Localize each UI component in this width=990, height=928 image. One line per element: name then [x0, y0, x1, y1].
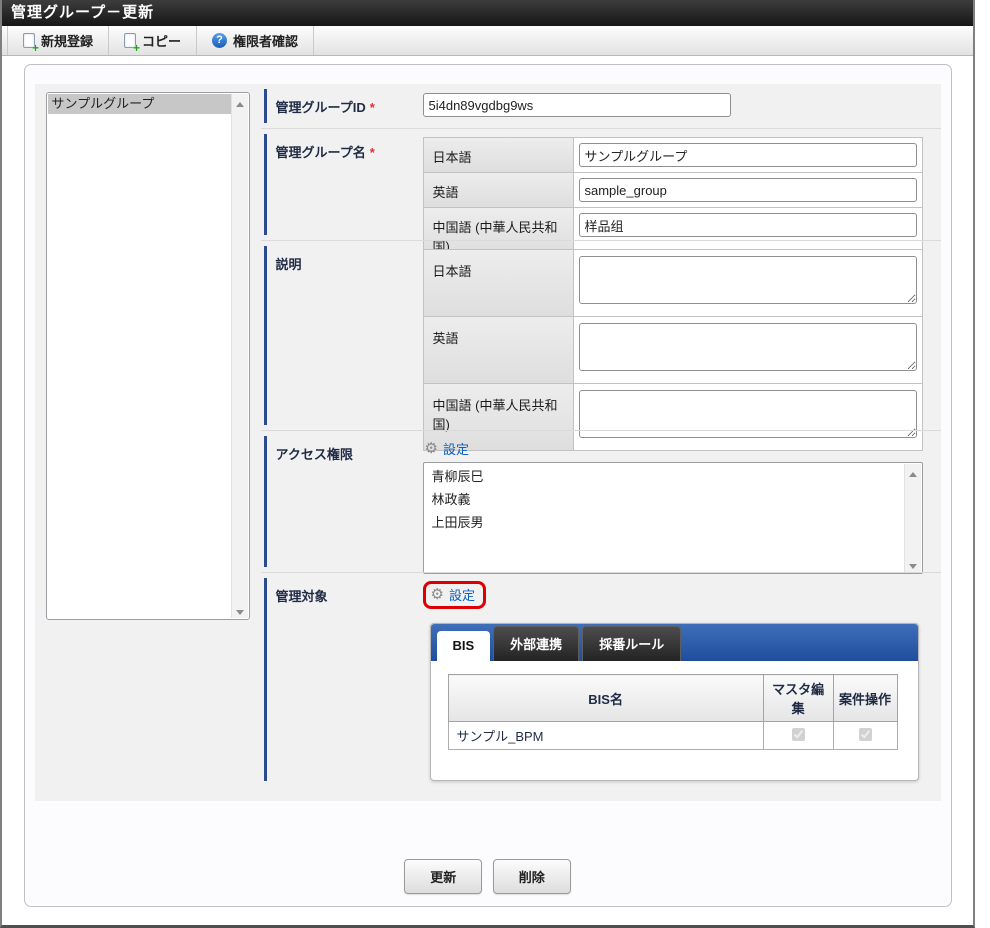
- delete-button[interactable]: 削除: [493, 859, 571, 894]
- row-accent-bar: [264, 436, 267, 567]
- member-list-scrollbar[interactable]: [904, 464, 921, 572]
- target-settings-link-highlighted[interactable]: ⚙ 設定: [423, 581, 486, 609]
- scroll-up-icon[interactable]: [905, 464, 921, 480]
- access-member-listbox[interactable]: 青柳辰巳 林政義 上田辰男: [423, 462, 923, 574]
- access-rights-label: アクセス権限: [276, 437, 423, 564]
- bis-name-cell: サンプル_BPM: [448, 722, 763, 750]
- tab-numbering-rule[interactable]: 採番ルール: [582, 626, 681, 661]
- form-column: 管理グループID* 管理グループ名* 日本語: [261, 84, 941, 801]
- row-accent-bar: [264, 134, 267, 235]
- access-settings-label: 設定: [443, 439, 469, 458]
- authority-check-label: 権限者確認: [233, 31, 298, 50]
- member-item[interactable]: 上田辰男: [425, 511, 904, 534]
- group-name-chinese-input[interactable]: [579, 213, 917, 237]
- page-title: 管理グループ－更新: [2, 0, 973, 26]
- lang-label-japanese: 日本語: [424, 250, 574, 316]
- lang-label-english: 英語: [424, 317, 574, 383]
- new-registration-label: 新規登録: [41, 31, 93, 50]
- scroll-down-icon[interactable]: [232, 602, 248, 618]
- lang-label-japanese: 日本語: [424, 138, 574, 172]
- group-name-label: 管理グループ名*: [276, 135, 423, 232]
- member-item[interactable]: 青柳辰巳: [425, 465, 904, 488]
- row-accent-bar: [264, 578, 267, 781]
- scroll-up-icon[interactable]: [232, 94, 248, 110]
- required-mark: *: [370, 145, 375, 160]
- form-row-management-target: 管理対象 ⚙ 設定 BIS 外部連携 採番ルール: [261, 572, 941, 786]
- main-container: サンプルグループ 管理グループID*: [24, 64, 952, 907]
- gear-icon: ⚙: [431, 587, 444, 602]
- description-english-textarea[interactable]: [579, 323, 917, 371]
- bis-name-header: BIS名: [448, 675, 763, 722]
- footer-actions: 更新 削除: [25, 859, 951, 894]
- copy-label: コピー: [142, 31, 181, 50]
- description-subtable: 日本語 英語 中国語 (中華人民共和国): [423, 249, 923, 451]
- help-icon: ?: [212, 33, 227, 48]
- table-row: サンプル_BPM: [448, 722, 897, 750]
- tab-bis[interactable]: BIS: [437, 631, 491, 661]
- form-row-description: 説明 日本語 英語: [261, 240, 941, 430]
- group-list-item[interactable]: サンプルグループ: [48, 94, 231, 114]
- description-label: 説明: [276, 247, 423, 422]
- access-settings-link[interactable]: ⚙ 設定: [425, 439, 469, 458]
- document-add-icon: +: [124, 33, 136, 48]
- gear-icon: ⚙: [425, 441, 438, 456]
- group-name-subtable: 日本語 英語 中国語 (中華人民共和国): [423, 137, 923, 256]
- group-name-english-input[interactable]: [579, 178, 917, 202]
- form-row-group-name: 管理グループ名* 日本語 英語: [261, 128, 941, 240]
- master-edit-header: マスタ編集: [763, 675, 833, 722]
- document-add-icon: +: [23, 33, 35, 48]
- group-id-input[interactable]: [423, 93, 731, 117]
- description-japanese-textarea[interactable]: [579, 256, 917, 304]
- target-settings-label: 設定: [449, 585, 475, 604]
- form-panel: サンプルグループ 管理グループID*: [35, 84, 941, 801]
- management-target-label: 管理対象: [276, 579, 423, 778]
- update-button[interactable]: 更新: [404, 859, 482, 894]
- master-edit-checkbox[interactable]: [792, 728, 805, 741]
- app-window: 管理グループ－更新 + 新規登録 + コピー ? 権限者確認 サンプルグループ: [0, 0, 975, 928]
- bis-table: BIS名 マスタ編集 案件操作 サンプル_BPM: [448, 674, 898, 750]
- lang-label-english: 英語: [424, 173, 574, 207]
- copy-button[interactable]: + コピー: [108, 26, 197, 55]
- new-registration-button[interactable]: + 新規登録: [7, 26, 109, 55]
- case-operation-header: 案件操作: [833, 675, 897, 722]
- tab-external-link[interactable]: 外部連携: [493, 626, 579, 661]
- group-listbox[interactable]: サンプルグループ: [46, 92, 250, 620]
- group-id-label: 管理グループID*: [276, 90, 423, 120]
- group-name-japanese-input[interactable]: [579, 143, 917, 167]
- row-accent-bar: [264, 89, 267, 123]
- form-row-group-id: 管理グループID*: [261, 84, 941, 128]
- required-mark: *: [370, 100, 375, 115]
- target-tab-bar: BIS 外部連携 採番ルール: [431, 624, 918, 661]
- group-list-scrollbar[interactable]: [231, 94, 248, 618]
- toolbar: + 新規登録 + コピー ? 権限者確認: [2, 26, 973, 56]
- bis-tab-content: BIS名 マスタ編集 案件操作 サンプル_BPM: [431, 661, 918, 780]
- member-item[interactable]: 林政義: [425, 488, 904, 511]
- case-operation-checkbox[interactable]: [859, 728, 872, 741]
- authority-check-button[interactable]: ? 権限者確認: [196, 26, 314, 55]
- form-row-access-rights: アクセス権限 ⚙ 設定 青柳辰巳 林政義 上田辰男: [261, 430, 941, 572]
- row-accent-bar: [264, 246, 267, 425]
- scroll-down-icon[interactable]: [905, 556, 921, 572]
- target-tab-panel: BIS 外部連携 採番ルール BIS名 マスタ編集: [430, 623, 919, 781]
- group-list-column: サンプルグループ: [35, 84, 261, 801]
